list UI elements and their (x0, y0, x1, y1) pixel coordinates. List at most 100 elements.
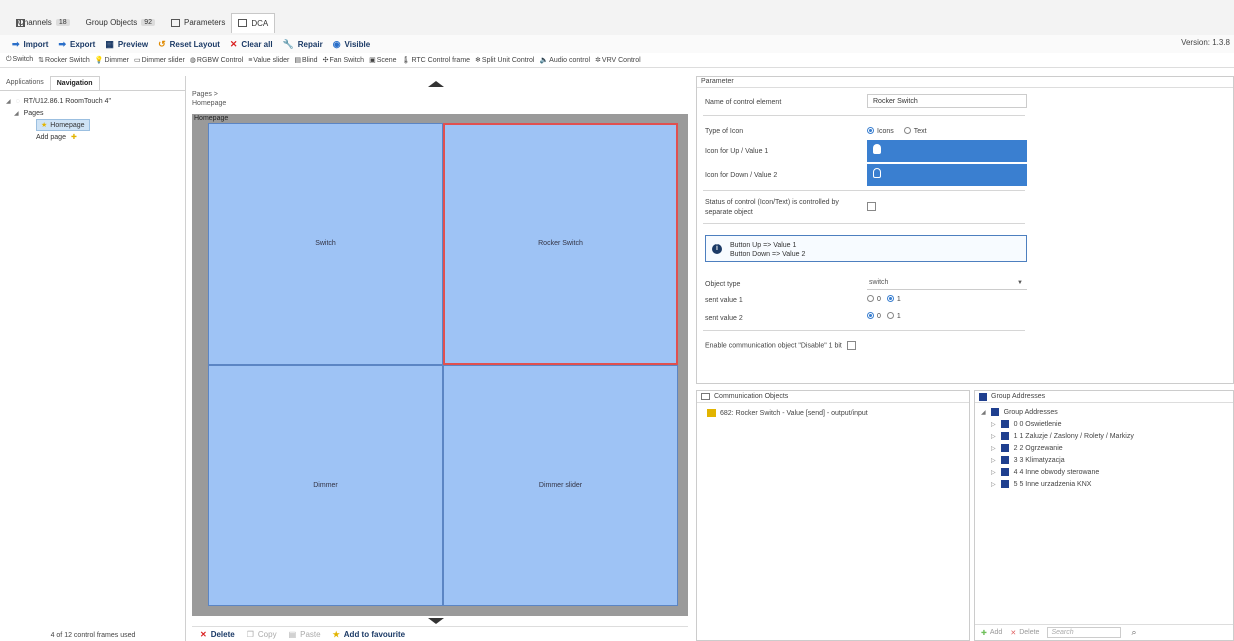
palette-label: Rocker Switch (45, 57, 90, 64)
object-type-label: Object type (705, 281, 741, 288)
object-type-select[interactable]: switch ▼ (867, 277, 1027, 290)
ga-root[interactable]: ◢ Group Addresses (981, 406, 1227, 418)
add-page-button[interactable]: Add page ✚ (6, 131, 179, 143)
tab-applications[interactable]: Applications (0, 76, 50, 90)
palette-audio[interactable]: 🔈Audio control (539, 56, 590, 64)
tree-homepage[interactable]: ★ Homepage (6, 119, 179, 131)
group-address-icon (1000, 432, 1009, 440)
value-slider-icon: ≡ (248, 56, 253, 64)
ga-item[interactable]: ▷ 5 5 Inne urzadzenia KNX (981, 478, 1227, 490)
slider-icon: ▭ (134, 57, 141, 64)
copy-button[interactable]: ❐ Copy (247, 630, 277, 639)
palette-value-slider[interactable]: ≡Value slider (248, 57, 289, 64)
enable-disable-checkbox[interactable] (846, 341, 856, 350)
palette-scene[interactable]: ▣Scene (369, 56, 396, 64)
ga-item[interactable]: ▷ 1 1 Zaluzje / Zaslony / Rolety / Markiz… (981, 430, 1227, 442)
page-up-arrow-icon[interactable] (428, 81, 444, 87)
palette-label: Fan Switch (329, 57, 365, 64)
collapse-icon[interactable]: ▷ (991, 469, 996, 476)
palette-split-unit[interactable]: ❄Split Unit Control (475, 56, 534, 64)
expand-icon[interactable]: ◢ (6, 98, 11, 105)
delete-icon: ✕ (200, 629, 207, 639)
expand-icon[interactable]: ◢ (14, 110, 19, 117)
group-objects-icon (16, 19, 25, 27)
palette-label: RTC Control frame (411, 57, 471, 64)
clear-all-button[interactable]: ✕ Clear all (230, 39, 273, 50)
repair-button[interactable]: 🔧 Repair (283, 39, 323, 50)
comm-object-item[interactable]: 682: Rocker Switch - Value [send] - outp… (697, 403, 969, 423)
add-favourite-button[interactable]: ★ Add to favourite (333, 630, 406, 639)
ga-item[interactable]: ▷ 0 0 Oswietlenie (981, 418, 1227, 430)
sent2-radio-1[interactable] (886, 312, 894, 319)
status-checkbox-wrap (867, 202, 876, 211)
collapse-icon[interactable]: ▷ (991, 433, 996, 440)
ga-add-button[interactable]: ✚ Add (981, 629, 1002, 637)
palette-label: Blind (301, 57, 318, 64)
preview-button[interactable]: ▦ Preview (105, 39, 148, 50)
page-canvas: Homepage Switch Rocker Switch Dimmer Dim… (192, 114, 688, 616)
tab-dca[interactable]: DCA (231, 12, 276, 33)
palette-rocker-switch[interactable]: ⇅Rocker Switch (38, 56, 90, 64)
editor-actions: ✕ Delete ❐ Copy ▤ Paste ★ Add to favourite (192, 626, 688, 641)
wrench-icon: 🔧 (282, 38, 294, 49)
control-cell-switch[interactable]: Switch (208, 123, 443, 365)
ga-item[interactable]: ▷ 2 2 Ogrzewanie (981, 442, 1227, 454)
ga-item[interactable]: ▷ 4 4 Inne obwody sterowane (981, 466, 1227, 478)
page-down-arrow-icon[interactable] (428, 618, 444, 624)
collapse-icon[interactable]: ▷ (991, 481, 996, 488)
main-toolbar: ➡ Import ➡ Export ▦ Preview ↺ Reset Layout ✕… (0, 35, 1234, 53)
power-icon: ⏻ (6, 56, 12, 63)
sent2-label-0: 0 (877, 313, 881, 320)
ga-item[interactable]: ▷ 3 3 Klimatyzacja (981, 454, 1227, 466)
control-cell-dimmer-slider[interactable]: Dimmer slider (443, 364, 678, 606)
icon-down-picker[interactable] (867, 164, 1027, 186)
ga-search-input[interactable]: Search (1047, 627, 1122, 638)
sent1-radio-0[interactable] (867, 295, 874, 302)
name-field[interactable]: Rocker Switch (867, 94, 1027, 108)
breadcrumb-pages[interactable]: Pages > (192, 90, 226, 99)
collapse-icon[interactable]: ▷ (991, 421, 996, 428)
control-cell-dimmer[interactable]: Dimmer (208, 364, 443, 606)
radio-icons[interactable] (867, 127, 874, 134)
reset-layout-button[interactable]: ↺ Reset Layout (158, 39, 220, 50)
ga-root-label: Group Addresses (1003, 408, 1058, 416)
palette-switch[interactable]: ⏻Switch (6, 56, 33, 64)
sent2-radio-0[interactable] (867, 312, 874, 319)
tree-pages[interactable]: ◢ Pages (6, 107, 179, 119)
delete-button[interactable]: ✕ Delete (200, 630, 235, 639)
export-button[interactable]: ➡ Export (58, 39, 95, 50)
homepage-selected[interactable]: ★ Homepage (36, 119, 90, 131)
ga-delete-button[interactable]: ✕ Delete (1010, 629, 1039, 637)
palette-dimmer-slider[interactable]: ▭Dimmer slider (134, 56, 185, 64)
status-checkbox[interactable] (867, 202, 876, 211)
palette-rtc[interactable]: 🌡RTC Control frame (402, 56, 471, 64)
divider (703, 330, 1025, 331)
sent1-radio-1[interactable] (886, 295, 894, 302)
palette-rgbw[interactable]: ◍RGBW Control (190, 56, 243, 64)
palette-vrv[interactable]: ✲VRV Control (595, 56, 641, 64)
control-cell-rocker-switch[interactable]: Rocker Switch (443, 123, 678, 365)
search-icon[interactable]: ⌕ (1131, 627, 1136, 638)
palette-blind[interactable]: ▤Blind (294, 56, 317, 64)
tree-device[interactable]: ◢ ◌ RT/U12.86.1 RoomTouch 4" (6, 95, 179, 107)
paste-button[interactable]: ▤ Paste (289, 630, 321, 639)
palette-dimmer[interactable]: 💡Dimmer (95, 56, 129, 64)
divider (703, 115, 1025, 116)
collapse-icon[interactable]: ▷ (991, 457, 996, 464)
visible-button[interactable]: ◉ Visible (333, 39, 371, 50)
tab-navigation[interactable]: Navigation (49, 76, 100, 90)
radio-text[interactable] (903, 127, 911, 134)
copy-icon: ❐ (246, 629, 254, 639)
palette-label: RGBW Control (196, 57, 244, 64)
tab-parameters[interactable]: Parameters (165, 13, 231, 33)
expand-icon[interactable]: ◢ (981, 409, 986, 416)
info-line-1: Button Up => Value 1 (730, 242, 797, 249)
rocker-icon: ⇅ (38, 57, 45, 64)
tab-group-objects[interactable]: Group Objects 92 (16, 13, 165, 33)
group-address-icon (1000, 480, 1009, 488)
icon-up-picker[interactable] (867, 140, 1027, 162)
tab-count-badge: 18 (55, 19, 70, 26)
collapse-icon[interactable]: ▷ (991, 445, 996, 452)
import-button[interactable]: ➡ Import (12, 39, 48, 50)
palette-fan-switch[interactable]: ✣Fan Switch (323, 56, 365, 64)
